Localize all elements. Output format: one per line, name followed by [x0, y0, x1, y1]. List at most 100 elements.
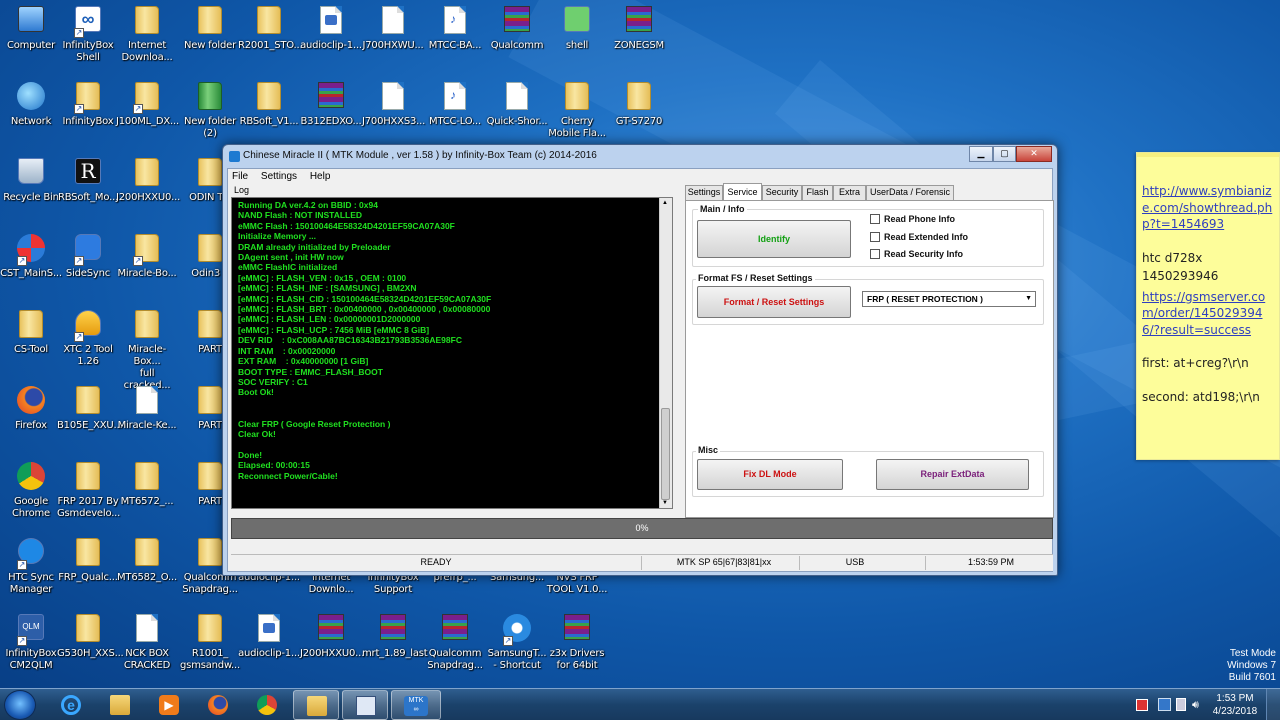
dropdown-arrow-icon[interactable]: ▼: [1025, 292, 1032, 306]
desktop-icon-j700hxwu[interactable]: J700HXWU...: [362, 6, 424, 52]
taskbar-chrome-icon[interactable]: [244, 690, 290, 720]
fix-dl-mode-button[interactable]: Fix DL Mode: [697, 459, 843, 490]
desktop-icon-infinitybox-cm2qlm[interactable]: QLM ↗ InfinityBox CM2QLM: [0, 614, 62, 672]
menu-file[interactable]: File: [232, 171, 248, 182]
desktop-icon-zonegsm[interactable]: ZONEGSM: [608, 6, 670, 52]
desktop-icon-infinitybox-shell[interactable]: ∞ ↗ InfinityBox Shell: [57, 6, 119, 64]
clock[interactable]: 1:53 PM 4/23/2018: [1210, 692, 1260, 718]
volume-tray-icon[interactable]: 🔊︎: [1192, 699, 1199, 712]
desktop-icon-mt6582[interactable]: MT6582_O...: [116, 538, 178, 584]
sticky-link-symbianize[interactable]: http://www.symbianize.com/showthread.php…: [1142, 184, 1272, 231]
tab-extra[interactable]: Extra: [833, 185, 866, 200]
checkbox-box[interactable]: [870, 214, 880, 224]
format-reset-button[interactable]: Format / Reset Settings: [697, 286, 851, 318]
taskbar-app-window-icon[interactable]: [342, 690, 388, 720]
taskbar-media-player-icon[interactable]: ▶: [146, 690, 192, 720]
desktop-icon-rbsoft-mo[interactable]: R RBSoft_Mo...: [57, 158, 119, 204]
tab-security[interactable]: Security: [762, 185, 802, 200]
desktop-icon-j200hxxu0[interactable]: J200HXXU0...: [116, 158, 180, 204]
desktop-icon-b312edxo[interactable]: B312EDXO...: [300, 82, 362, 128]
action-center-flag-icon[interactable]: [1136, 699, 1148, 711]
repair-extdata-button[interactable]: Repair ExtData: [876, 459, 1029, 490]
log-scrollbar[interactable]: ▲ ▼: [659, 198, 672, 508]
desktop-icon-rbsoft-v1[interactable]: RBSoft_V1...: [238, 82, 300, 128]
desktop-icon-miracle-bo[interactable]: ↗ Miracle-Bo...: [116, 234, 178, 280]
network-tray-icon[interactable]: [1158, 698, 1171, 711]
desktop-icon-miracle-box-cracked[interactable]: Miracle-Box... full cracked...: [116, 310, 178, 392]
menu-help[interactable]: Help: [310, 171, 331, 182]
desktop-icon-g530h[interactable]: G530H_XXS...: [57, 614, 124, 660]
desktop-icon-r1001[interactable]: R1001_ gsmsandw...: [179, 614, 241, 672]
close-button[interactable]: ✕: [1016, 146, 1052, 162]
desktop-icon-network[interactable]: Network: [0, 82, 62, 128]
desktop-icon-cherry[interactable]: Cherry Mobile Fla...: [546, 82, 608, 140]
desktop-icon-cs-tool[interactable]: CS-Tool: [0, 310, 62, 356]
desktop-icon-shell[interactable]: shell: [546, 6, 608, 52]
desktop-icon-audioclip1[interactable]: audioclip-1...: [300, 6, 362, 52]
checkbox-box[interactable]: [870, 249, 880, 259]
desktop-icon-cst-mains[interactable]: ↗ CST_MainS...: [0, 234, 62, 280]
taskbar-folder-icon[interactable]: [293, 690, 339, 720]
start-button[interactable]: [4, 690, 36, 720]
desktop-icon-audioclip-3[interactable]: audioclip-1...: [238, 614, 300, 660]
sticky-link-gsmserver[interactable]: https://gsmserver.com/order/1450293946/?…: [1142, 290, 1265, 337]
desktop-icon-qualcomm[interactable]: Qualcomm: [486, 6, 548, 52]
desktop-icon-frp-qualc[interactable]: FRP_Qualc...: [57, 538, 119, 584]
desktop-icon-j200hxxu0-2[interactable]: J200HXXU0...: [300, 614, 364, 660]
sticky-note-bar[interactable]: [1137, 153, 1279, 157]
log-scroll-thumb[interactable]: [661, 408, 670, 500]
scroll-down-icon[interactable]: ▼: [662, 500, 668, 506]
desktop-icon-b105e[interactable]: B105E_XXU...: [57, 386, 123, 432]
desktop-icon-computer[interactable]: Computer: [0, 6, 62, 52]
identify-button[interactable]: Identify: [697, 220, 851, 258]
read-security-info-checkbox[interactable]: Read Security Info: [870, 249, 963, 259]
desktop-icon-xtc2[interactable]: ↗ XTC 2 Tool 1.26: [57, 310, 119, 368]
desktop-icon-gt-s7270[interactable]: GT-S7270: [608, 82, 670, 128]
maximize-button[interactable]: ▢: [993, 146, 1016, 162]
read-extended-info-checkbox[interactable]: Read Extended Info: [870, 232, 968, 242]
desktop-icon-sidesync[interactable]: ↗ SideSync: [57, 234, 119, 280]
desktop-icon-miracle-ke[interactable]: Miracle-Ke...: [116, 386, 178, 432]
tab-service[interactable]: Service: [723, 183, 762, 200]
desktop-icon-new-folder[interactable]: New folder: [179, 6, 241, 52]
desktop-icon-r2001[interactable]: R2001_STO...: [238, 6, 303, 52]
taskbar-ie-icon[interactable]: e: [48, 690, 94, 720]
desktop-icon-nck-box[interactable]: NCK BOX CRACKED: [116, 614, 178, 672]
desktop-icon-j100ml[interactable]: ↗ J100ML_DX...: [116, 82, 179, 128]
taskbar-mtk-infinity-icon[interactable]: MTK ∞: [391, 690, 441, 720]
minimize-button[interactable]: ▁: [969, 146, 993, 162]
desktop-icon-recycle-bin[interactable]: Recycle Bin: [0, 158, 62, 204]
desktop-icon-j700hxxs3[interactable]: J700HXXS3...: [362, 82, 425, 128]
desktop-icon-mt6572[interactable]: MT6572_...: [116, 462, 178, 508]
desktop-icon-mtcc-lo[interactable]: ♪ MTCC-LO...: [424, 82, 486, 128]
log-panel[interactable]: Running DA ver.4.2 on BBID : 0x94 NAND Fl…: [231, 197, 673, 509]
taskbar-explorer-icon[interactable]: [97, 690, 143, 720]
desktop-icon-htc-sync[interactable]: ↗ HTC Sync Manager: [0, 538, 62, 596]
tab-settings[interactable]: Settings: [685, 185, 723, 200]
checkbox-box[interactable]: [870, 232, 880, 242]
desktop-icon-firefox[interactable]: Firefox: [0, 386, 62, 432]
desktop-icon-samsung-shortcut[interactable]: ↗ SamsungT... - Shortcut: [486, 614, 548, 672]
sticky-note[interactable]: http://www.symbianize.com/showthread.php…: [1136, 152, 1280, 460]
desktop-icon-quick-shor[interactable]: Quick-Shor...: [486, 82, 548, 128]
scroll-up-icon[interactable]: ▲: [662, 200, 668, 206]
taskbar-firefox-icon[interactable]: [195, 690, 241, 720]
desktop-icon-infinitybox[interactable]: ↗ InfinityBox: [57, 82, 119, 128]
recycle-icon: [15, 158, 47, 190]
desktop-icon-z3x[interactable]: z3x Drivers for 64bit: [546, 614, 608, 672]
gear-icon: ↗: [501, 614, 533, 646]
desktop-icon-mtcc-ba[interactable]: ♪ MTCC-BA...: [424, 6, 486, 52]
desktop-icon-qualcomm-snap-2[interactable]: Qualcomm Snapdrag...: [424, 614, 486, 672]
tab-userdata-forensic[interactable]: UserData / Forensic: [866, 185, 954, 200]
desktop-icon-chrome[interactable]: Google Chrome: [0, 462, 62, 520]
show-desktop-button[interactable]: [1266, 689, 1280, 720]
tab-flash[interactable]: Flash: [802, 185, 833, 200]
desktop-icon-internet-downloads[interactable]: Internet Downloa...: [116, 6, 178, 64]
desktop-icon-new-folder-2[interactable]: New folder (2): [179, 82, 241, 140]
keyboard-tray-icon[interactable]: [1176, 698, 1186, 711]
desktop-icon-frp2017[interactable]: FRP 2017 By Gsmdevelo...: [57, 462, 120, 520]
read-phone-info-checkbox[interactable]: Read Phone Info: [870, 214, 955, 224]
menu-settings[interactable]: Settings: [261, 171, 297, 182]
format-mode-select[interactable]: FRP ( RESET PROTECTION ) ▼: [862, 291, 1036, 307]
desktop-icon-mrt[interactable]: mrt_1.89_last: [362, 614, 428, 660]
